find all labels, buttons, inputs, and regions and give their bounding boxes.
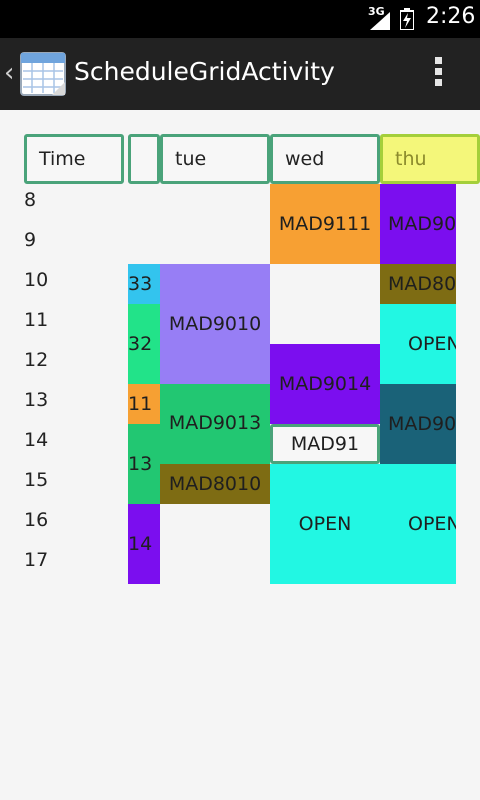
status-clock: 2:26 (426, 4, 476, 29)
battery-icon (400, 8, 414, 30)
header-thu[interactable]: thu (380, 134, 480, 184)
header-tue[interactable]: tue (160, 134, 270, 184)
hour-label: 10 (24, 269, 49, 291)
hour-label: 11 (24, 309, 49, 331)
schedule-slot[interactable]: OPEN (380, 464, 456, 584)
up-navigation-icon[interactable]: ‹ (4, 58, 14, 88)
schedule-slot[interactable]: MAD90 (380, 184, 456, 264)
schedule-slot[interactable]: MAD80 (380, 264, 456, 304)
schedule-slot-selected[interactable]: MAD91 (270, 424, 380, 464)
hour-label: 17 (24, 549, 49, 571)
schedule-slot[interactable]: 13 (128, 424, 160, 504)
hour-label: 16 (24, 509, 49, 531)
header-wed[interactable]: wed (270, 134, 380, 184)
schedule-slot[interactable]: 14 (128, 504, 160, 584)
signal-icon (370, 12, 390, 30)
status-bar: 3G 2:26 (0, 0, 480, 38)
activity-title: ScheduleGridActivity (74, 57, 335, 86)
schedule-slot[interactable]: OPEN (270, 464, 380, 584)
hour-label: 14 (24, 429, 49, 451)
schedule-slot[interactable]: MAD90 (380, 384, 456, 464)
overflow-menu-icon[interactable] (430, 54, 446, 94)
header-col1 (128, 134, 160, 184)
hour-label: 13 (24, 389, 49, 411)
schedule-slot[interactable]: MAD8010 (160, 464, 270, 504)
hour-label: 8 (24, 189, 37, 211)
schedule-slot[interactable]: MAD9010 (160, 264, 270, 384)
schedule-slot[interactable]: MAD9111 (270, 184, 380, 264)
schedule-slot[interactable]: 32 (128, 304, 160, 384)
hour-label: 12 (24, 349, 49, 371)
schedule-slot[interactable]: 33 (128, 264, 160, 304)
schedule-slot[interactable]: OPEN (380, 304, 456, 384)
schedule-slot[interactable]: MAD9014 (270, 344, 380, 424)
schedule-slot[interactable]: 11 (128, 384, 160, 424)
calendar-app-icon[interactable] (18, 48, 68, 98)
hour-label: 15 (24, 469, 49, 491)
action-bar: ‹ ScheduleGridActivity (0, 38, 480, 110)
schedule-slot[interactable]: MAD9013 (160, 384, 270, 464)
header-time: Time (24, 134, 124, 184)
hour-label: 9 (24, 229, 37, 251)
